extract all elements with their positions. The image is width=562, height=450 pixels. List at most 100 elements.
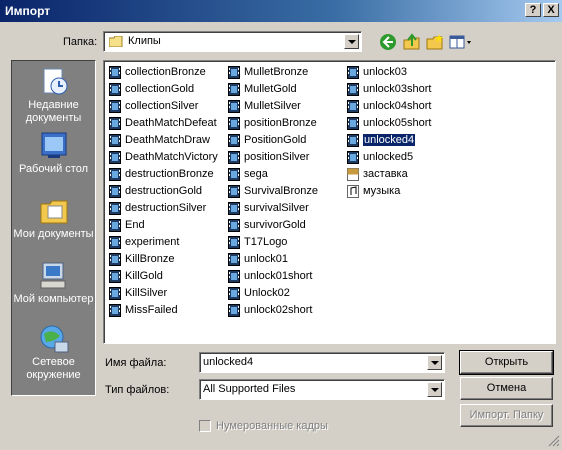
file-item[interactable]: DeathMatchDraw <box>107 132 218 149</box>
file-item[interactable]: experiment <box>107 234 218 251</box>
open-button[interactable]: Открыть <box>459 350 554 375</box>
view-menu-icon[interactable] <box>449 33 473 51</box>
file-name: unlock01short <box>244 270 313 282</box>
file-item[interactable]: PositionGold <box>226 132 318 149</box>
import-folder-button[interactable]: Импорт. Папку <box>460 404 553 427</box>
resize-grip-icon[interactable] <box>548 435 560 447</box>
file-item[interactable]: T17Logo <box>226 234 318 251</box>
file-item[interactable]: sega <box>226 166 318 183</box>
file-name: T17Logo <box>244 236 288 248</box>
recent-documents-icon <box>38 67 70 97</box>
filetype-value: All Supported Files <box>203 383 296 395</box>
video-clip-icon <box>109 270 121 283</box>
folder-combo[interactable]: Клипы <box>103 31 362 52</box>
file-item[interactable]: заставка <box>345 166 432 183</box>
filename-dropdown-arrow[interactable] <box>427 355 442 370</box>
desktop-icon <box>38 131 70 161</box>
file-name: destructionBronze <box>125 168 214 180</box>
file-item[interactable]: destructionGold <box>107 183 218 200</box>
file-item[interactable]: survivorGold <box>226 217 318 234</box>
close-button[interactable]: X <box>543 3 559 17</box>
file-item[interactable]: collectionSilver <box>107 98 218 115</box>
file-list[interactable]: collectionBronze collectionGold collection… <box>103 60 556 344</box>
cancel-button[interactable]: Отмена <box>460 377 553 400</box>
video-clip-icon <box>228 236 240 249</box>
file-item[interactable]: KillSilver <box>107 285 218 302</box>
file-item[interactable]: unlock01short <box>226 268 318 285</box>
video-clip-icon <box>109 168 121 181</box>
file-name: unlock01 <box>244 253 289 265</box>
place-recent[interactable]: Недавние документы <box>12 67 95 125</box>
file-item[interactable]: MulletBronze <box>226 64 318 81</box>
file-item[interactable]: MissFailed <box>107 302 218 319</box>
file-item[interactable]: KillGold <box>107 268 218 285</box>
file-item[interactable]: unlocked4 <box>345 132 432 149</box>
file-item[interactable]: unlock05short <box>345 115 432 132</box>
file-name: заставка <box>363 168 408 180</box>
file-item[interactable]: End <box>107 217 218 234</box>
filetype-dropdown-arrow[interactable] <box>427 382 442 397</box>
file-item[interactable]: unlocked5 <box>345 149 432 166</box>
help-button[interactable]: ? <box>525 3 541 17</box>
file-name: unlocked5 <box>363 151 414 163</box>
file-name: experiment <box>125 236 180 248</box>
file-name: DeathMatchDefeat <box>125 117 217 129</box>
file-item[interactable]: destructionSilver <box>107 200 218 217</box>
place-my-computer-label: Мой компьютер <box>13 293 94 305</box>
place-recent-label: Недавние документы <box>25 99 82 124</box>
file-item[interactable]: MulletGold <box>226 81 318 98</box>
video-clip-icon <box>228 134 240 147</box>
video-clip-icon <box>347 100 359 113</box>
file-item[interactable]: unlock02short <box>226 302 318 319</box>
file-name: MulletSilver <box>244 100 301 112</box>
file-item[interactable]: SurvivalBronze <box>226 183 318 200</box>
file-name: SurvivalBronze <box>244 185 318 197</box>
place-desktop[interactable]: Рабочий стол <box>12 131 95 176</box>
place-my-documents[interactable]: Мои документы <box>12 196 95 241</box>
file-item[interactable]: unlock04short <box>345 98 432 115</box>
up-folder-icon[interactable] <box>403 33 421 51</box>
filetype-label: Тип файлов: <box>105 384 170 396</box>
file-item[interactable]: DeathMatchDefeat <box>107 115 218 132</box>
file-item[interactable]: collectionGold <box>107 81 218 98</box>
file-item[interactable]: destructionBronze <box>107 166 218 183</box>
place-my-computer[interactable]: Мой компьютер <box>12 261 95 306</box>
folder-value: Клипы <box>128 35 161 47</box>
file-item[interactable]: unlock03 <box>345 64 432 81</box>
file-column-3: unlock03 unlock03short unlock04short unlock… <box>345 64 432 200</box>
file-item[interactable]: unlock01 <box>226 251 318 268</box>
video-clip-icon <box>109 185 121 198</box>
file-item[interactable]: positionBronze <box>226 115 318 132</box>
file-name: survivorGold <box>244 219 306 231</box>
file-item[interactable]: музыка <box>345 183 432 200</box>
file-item[interactable]: survivalSilver <box>226 200 318 217</box>
filename-value[interactable]: unlocked4 <box>203 356 253 368</box>
file-name: positionSilver <box>244 151 310 163</box>
numbered-frames-checkbox[interactable] <box>199 420 211 432</box>
filename-combo[interactable]: unlocked4 <box>199 352 445 373</box>
file-name: MulletBronze <box>244 66 309 78</box>
file-name: collectionSilver <box>125 100 199 112</box>
video-clip-icon <box>347 151 359 164</box>
file-item[interactable]: KillBronze <box>107 251 218 268</box>
file-name: unlock03 <box>363 66 408 78</box>
video-clip-icon <box>228 66 240 79</box>
new-folder-icon[interactable] <box>426 33 444 51</box>
video-clip-icon <box>228 151 240 164</box>
file-name: survivalSilver <box>244 202 309 214</box>
file-item[interactable]: Unlock02 <box>226 285 318 302</box>
folder-dropdown-arrow[interactable] <box>344 34 359 49</box>
place-network-label: Сетевое окружение <box>26 356 81 381</box>
back-icon[interactable] <box>379 33 397 51</box>
file-item[interactable]: MulletSilver <box>226 98 318 115</box>
file-name: KillSilver <box>125 287 168 299</box>
place-network[interactable]: Сетевое окружение <box>12 324 95 382</box>
audio-file-icon <box>347 185 359 198</box>
file-name: DeathMatchDraw <box>125 134 210 146</box>
filetype-combo[interactable]: All Supported Files <box>199 379 445 400</box>
file-item[interactable]: positionSilver <box>226 149 318 166</box>
file-item[interactable]: collectionBronze <box>107 64 218 81</box>
file-item[interactable]: DeathMatchVictory <box>107 149 218 166</box>
file-item[interactable]: unlock03short <box>345 81 432 98</box>
image-file-icon <box>347 168 359 181</box>
